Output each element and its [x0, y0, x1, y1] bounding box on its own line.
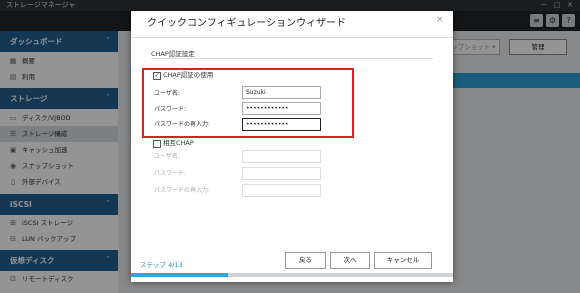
wizard-dialog: クイックコンフィギュレーションウィザード × CHAP認証設定 ✓ CHAP認証…: [131, 11, 453, 282]
chap-checkbox[interactable]: ✓: [153, 72, 161, 80]
mutual-password-label: パスワード:: [154, 170, 187, 177]
wizard-progress-fill: [131, 273, 228, 277]
next-button[interactable]: 次へ: [330, 252, 370, 269]
chap-confirm-field[interactable]: ••••••••••••: [242, 118, 321, 131]
step-indicator: ステップ 4/13: [140, 261, 183, 269]
mutual-username-label: ユーザ名:: [154, 153, 180, 160]
mutual-password-field[interactable]: [242, 167, 321, 180]
mutual-username-field[interactable]: [242, 150, 321, 163]
section-divider: [151, 58, 433, 59]
chap-password-field[interactable]: ••••••••••••: [242, 102, 321, 115]
dialog-title: クイックコンフィギュレーションウィザード: [147, 18, 347, 29]
section-title: CHAP認証設定: [151, 50, 195, 58]
back-button[interactable]: 戻る: [285, 252, 326, 269]
chap-username-field[interactable]: Suzuki: [242, 86, 321, 99]
dialog-divider: [131, 37, 453, 38]
close-icon[interactable]: ×: [436, 15, 444, 25]
chap-username-label: ユーザ名:: [154, 90, 180, 97]
wizard-progress: [131, 273, 453, 277]
chap-password-label: パスワード:: [154, 106, 187, 113]
mutual-confirm-label: パスワードの再入力:: [154, 187, 211, 194]
cancel-button[interactable]: キャンセル: [374, 252, 432, 269]
chap-confirm-label: パスワードの再入力:: [154, 121, 211, 128]
chap-checkbox-label: CHAP認証の使用: [163, 71, 214, 79]
mutual-chap-label: 相互CHAP: [163, 139, 194, 147]
mutual-confirm-field[interactable]: [242, 184, 321, 197]
mutual-chap-checkbox[interactable]: [153, 140, 161, 148]
